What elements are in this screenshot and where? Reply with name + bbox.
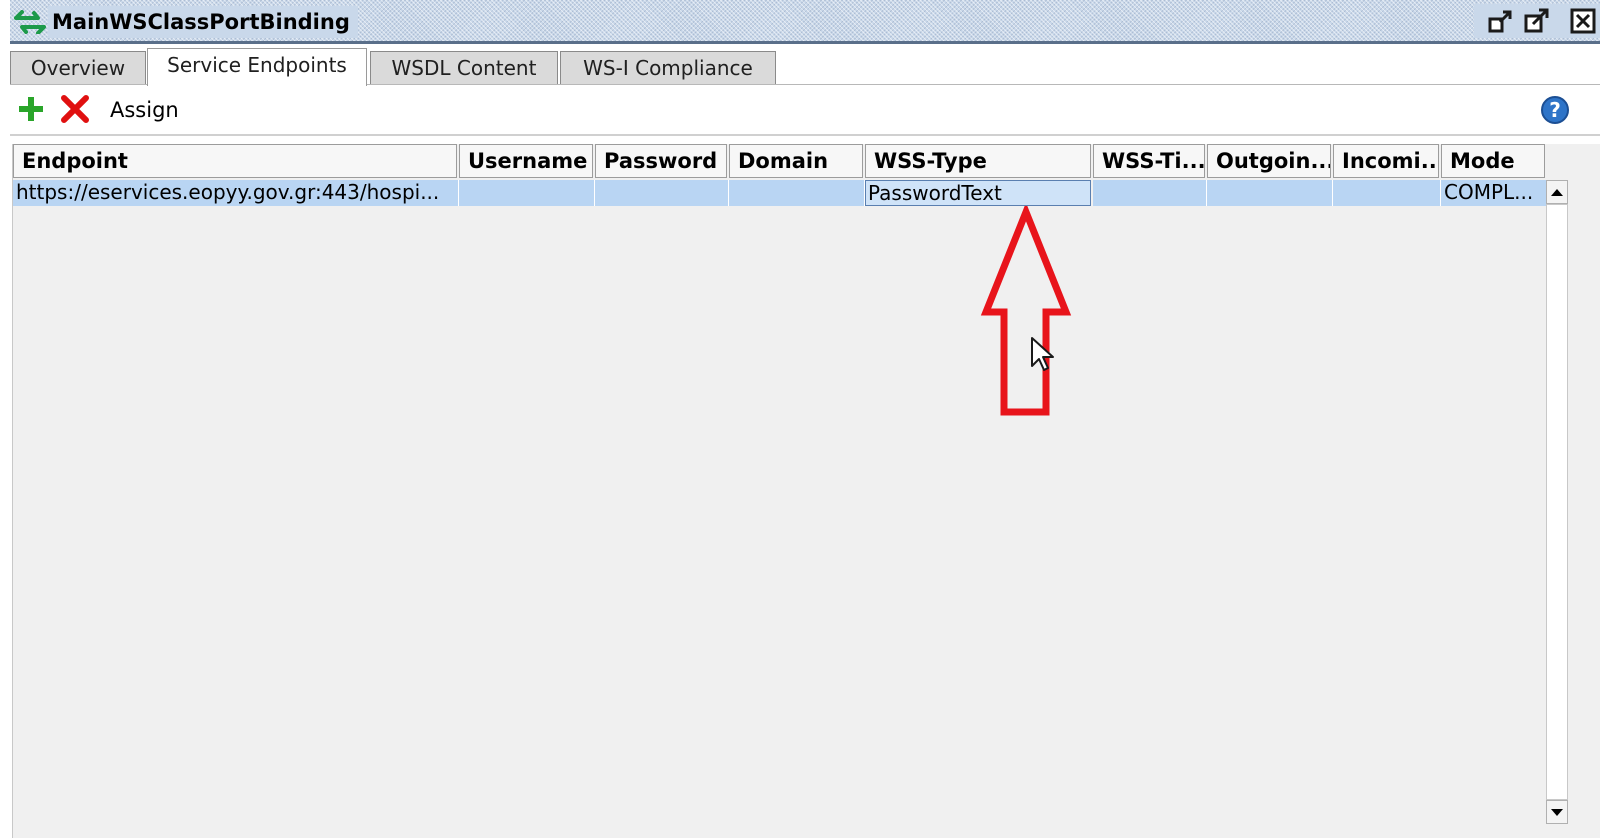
column-header-wss-ti[interactable]: WSS-Ti...: [1093, 144, 1205, 178]
cell-password[interactable]: [595, 180, 729, 206]
plus-icon[interactable]: [16, 94, 46, 124]
cell-domain[interactable]: [729, 180, 865, 206]
annotation-arrow-icon: [980, 206, 1072, 416]
tab-overview[interactable]: Overview: [10, 51, 146, 85]
cell-endpoint[interactable]: https://eservices.eopyy.gov.gr:443/hospi…: [13, 180, 459, 206]
column-header-incoming[interactable]: Incomi...: [1333, 144, 1439, 178]
tab-wsdl-content[interactable]: WSDL Content: [370, 51, 558, 85]
close-icon[interactable]: [1570, 8, 1596, 34]
tab-service-endpoints[interactable]: Service Endpoints: [147, 48, 367, 86]
vertical-scrollbar[interactable]: [1546, 180, 1568, 824]
toolbar-divider: [10, 134, 1600, 136]
maximize-icon[interactable]: [1524, 8, 1550, 34]
cell-wss-type-editor[interactable]: PasswordText: [865, 180, 1091, 206]
column-header-outgoing[interactable]: Outgoin...: [1207, 144, 1331, 178]
endpoints-table: Endpoint Username Password Domain WSS-Ty…: [12, 144, 1600, 838]
assign-button[interactable]: Assign: [110, 95, 179, 125]
column-header-endpoint[interactable]: Endpoint: [13, 144, 457, 178]
mouse-cursor-icon: [1031, 337, 1054, 371]
column-header-mode[interactable]: Mode: [1441, 144, 1545, 178]
column-header-password[interactable]: Password: [595, 144, 727, 178]
svg-text:?: ?: [1549, 98, 1561, 122]
window-title: MainWSClassPortBinding: [48, 6, 358, 38]
cell-incoming[interactable]: [1333, 180, 1441, 206]
scroll-up-button[interactable]: [1546, 180, 1568, 204]
delete-x-icon[interactable]: [60, 94, 90, 124]
column-header-domain[interactable]: Domain: [729, 144, 863, 178]
cell-outgoing[interactable]: [1207, 180, 1333, 206]
column-header-username[interactable]: Username: [459, 144, 593, 178]
cell-wss-ti[interactable]: [1093, 180, 1207, 206]
scroll-down-button[interactable]: [1546, 800, 1568, 824]
scroll-up-arrow-icon: [1551, 189, 1563, 196]
cell-username[interactable]: [459, 180, 595, 206]
window-titlebar: MainWSClassPortBinding: [10, 0, 1600, 44]
swap-arrows-icon: [14, 10, 46, 34]
toolbar: Assign ?: [10, 86, 1600, 134]
scroll-down-arrow-icon: [1551, 809, 1563, 816]
cell-mode[interactable]: COMPL...: [1441, 180, 1547, 206]
table-row[interactable]: https://eservices.eopyy.gov.gr:443/hospi…: [13, 180, 1559, 206]
tab-strip: Overview Service Endpoints WSDL Content …: [10, 47, 1600, 86]
table-header: Endpoint Username Password Domain WSS-Ty…: [13, 144, 1600, 178]
restore-icon[interactable]: [1488, 8, 1514, 34]
column-header-wss-type[interactable]: WSS-Type: [865, 144, 1091, 178]
tab-ws-i-compliance[interactable]: WS-I Compliance: [560, 51, 776, 85]
window-controls: [1474, 4, 1600, 38]
help-icon[interactable]: ?: [1540, 95, 1570, 125]
scroll-thumb[interactable]: [1546, 204, 1568, 800]
